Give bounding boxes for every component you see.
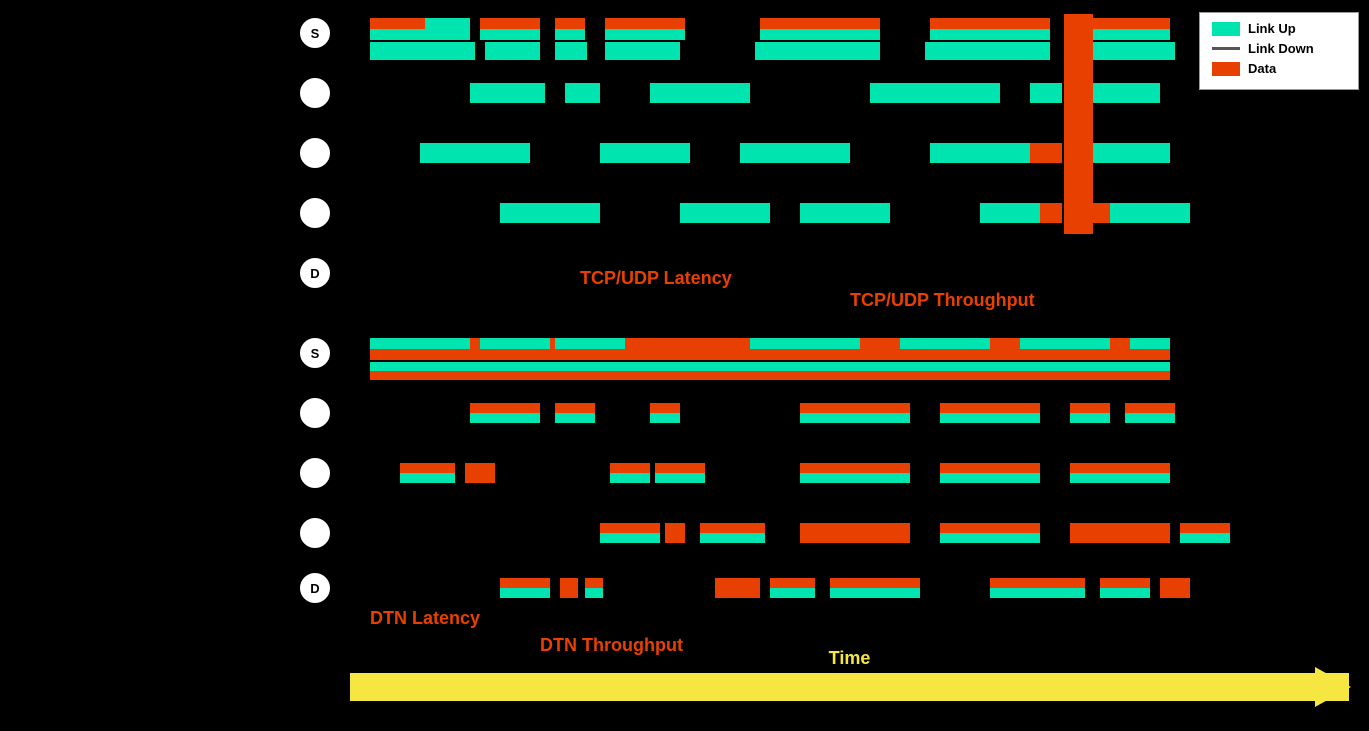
- tcp-latency-label: TCP/UDP Latency: [580, 268, 732, 289]
- legend-color-link-up: [1212, 22, 1240, 36]
- legend-label-data: Data: [1248, 61, 1276, 76]
- row-s-lower-2: [370, 362, 1194, 380]
- time-arrow: [350, 673, 1349, 701]
- legend: Link Up Link Down Data: [1199, 12, 1359, 90]
- row-2-lower: [370, 403, 1194, 423]
- row-4-lower: [370, 523, 1194, 543]
- red-tall-bar-upper: [1063, 14, 1093, 234]
- node-3-lower: [300, 458, 330, 488]
- legend-label-link-down: Link Down: [1248, 41, 1314, 56]
- legend-item-link-down: Link Down: [1212, 41, 1346, 56]
- tcp-throughput-label: TCP/UDP Throughput: [850, 290, 1035, 311]
- arrow-head: [1315, 667, 1351, 707]
- node-2-lower: [300, 398, 330, 428]
- main-container: Link Up Link Down Data S: [0, 0, 1369, 731]
- legend-item-link-up: Link Up: [1212, 21, 1346, 36]
- node-2-upper: [300, 78, 330, 108]
- legend-color-link-down: [1212, 47, 1240, 50]
- vertical-line-upper: [1062, 10, 1064, 310]
- node-3-upper: [300, 138, 330, 168]
- node-4-upper: [300, 198, 330, 228]
- row-3-lower: [370, 463, 1194, 483]
- node-s-lower: S: [300, 338, 330, 368]
- legend-item-data: Data: [1212, 61, 1346, 76]
- time-arrow-container: Time: [350, 648, 1349, 701]
- legend-label-link-up: Link Up: [1248, 21, 1296, 36]
- row-d-lower: [370, 578, 1194, 598]
- row-s-lower-1: [370, 338, 1194, 360]
- node-d-upper: D: [300, 258, 330, 288]
- legend-color-data: [1212, 62, 1240, 76]
- dtn-latency-label: DTN Latency: [370, 608, 480, 629]
- node-d-lower: D: [300, 573, 330, 603]
- node-4-lower: [300, 518, 330, 548]
- node-s-upper: S: [300, 18, 330, 48]
- time-label: Time: [829, 648, 871, 669]
